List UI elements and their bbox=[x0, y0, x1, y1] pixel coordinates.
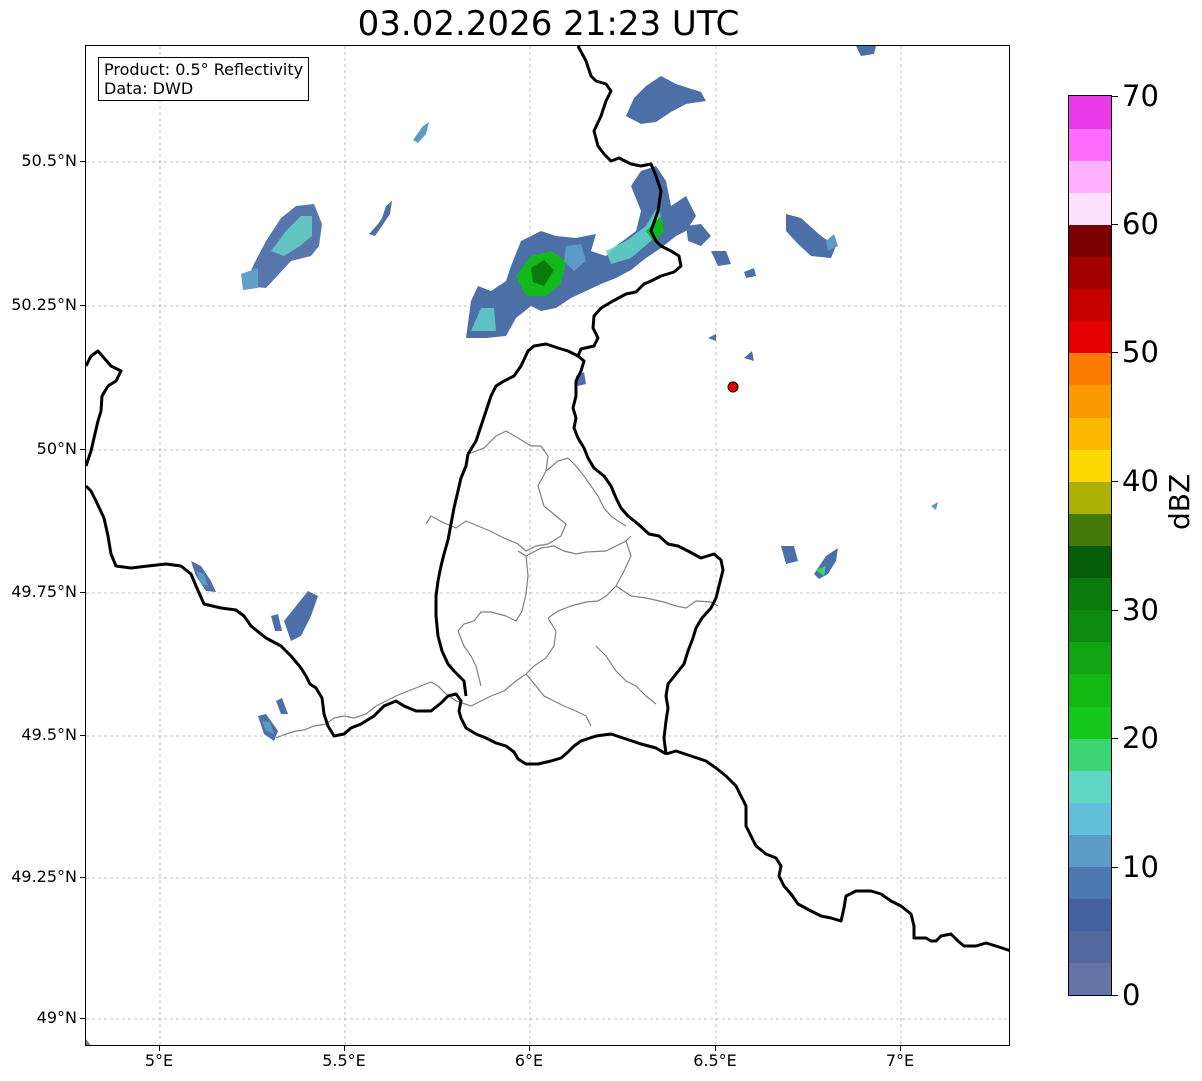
colorbar-segment bbox=[1069, 256, 1111, 290]
echo-cell-east bbox=[814, 548, 838, 579]
lat-label-49.75: 49.75°N bbox=[11, 582, 77, 601]
colorbar-tick bbox=[1112, 481, 1118, 482]
precipitation-echoes bbox=[191, 46, 938, 741]
colorbar-segment bbox=[1069, 706, 1111, 739]
lon-tick bbox=[344, 1046, 345, 1051]
lat-label-49: 49°N bbox=[36, 1008, 77, 1027]
colorbar-label-50: 50 bbox=[1122, 335, 1159, 369]
colorbar-segment bbox=[1069, 673, 1111, 707]
radar-map[interactable]: Product: 0.5° Reflectivity Data: DWD bbox=[85, 45, 1010, 1046]
colorbar-segment bbox=[1069, 449, 1111, 482]
lat-label-50: 50°N bbox=[36, 439, 77, 458]
colorbar-tick bbox=[1112, 867, 1118, 868]
echo-cell-small bbox=[931, 502, 938, 510]
lon-label-5: 5°E bbox=[144, 1051, 174, 1070]
colorbar-segment bbox=[1069, 481, 1111, 514]
colorbar-segment bbox=[1069, 866, 1111, 900]
radar-site-marker bbox=[727, 381, 739, 393]
echo-cell-ne bbox=[826, 234, 838, 251]
colorbar-segment bbox=[1069, 930, 1111, 964]
echo-cell-ne bbox=[786, 214, 836, 258]
colorbar-label-30: 30 bbox=[1122, 593, 1159, 627]
colorbar-tick bbox=[1112, 738, 1118, 739]
echo-cell-small bbox=[413, 122, 429, 143]
lat-label-50.25: 50.25°N bbox=[11, 295, 77, 314]
lat-label-50.5: 50.5°N bbox=[21, 151, 77, 170]
product-label: Product: 0.5° Reflectivity bbox=[104, 60, 304, 79]
colorbar-segment bbox=[1069, 96, 1111, 129]
lat-label-49.25: 49.25°N bbox=[11, 867, 77, 886]
lon-tick bbox=[715, 1046, 716, 1051]
colorbar-segment bbox=[1069, 128, 1111, 161]
colorbar-segment bbox=[1069, 545, 1111, 579]
colorbar-unit-label: dBZ bbox=[1163, 473, 1196, 530]
echo-cluster-northeast-top bbox=[626, 76, 706, 124]
echo-cell-ne bbox=[686, 224, 711, 246]
echo-cell-east bbox=[781, 546, 798, 564]
echo-cell-small bbox=[369, 201, 392, 236]
echo-cell-ne bbox=[711, 251, 731, 266]
colorbar-segment bbox=[1069, 834, 1111, 868]
colorbar-segment bbox=[1069, 320, 1111, 354]
colorbar-segment bbox=[1069, 898, 1111, 932]
colorbar-segment bbox=[1069, 513, 1111, 546]
echo-cluster-southwest bbox=[284, 591, 318, 641]
echo-cell-ne bbox=[744, 268, 756, 278]
colorbar-segment bbox=[1069, 641, 1111, 675]
colorbar-label-60: 60 bbox=[1122, 207, 1159, 241]
echo-cell-small bbox=[856, 46, 876, 56]
colorbar-label-20: 20 bbox=[1122, 721, 1159, 755]
echo-cell-small bbox=[271, 614, 282, 631]
lon-label-6.5: 6.5°E bbox=[693, 1051, 737, 1070]
map-title: 03.02.2026 21:23 UTC bbox=[357, 4, 740, 44]
colorbar-label-70: 70 bbox=[1122, 79, 1159, 113]
map-canvas bbox=[86, 46, 1009, 1045]
product-info-box: Product: 0.5° Reflectivity Data: DWD bbox=[98, 57, 310, 101]
colorbar-tick bbox=[1112, 224, 1118, 225]
colorbar-segment bbox=[1069, 192, 1111, 225]
echo-cell-small bbox=[276, 698, 288, 714]
lon-tick bbox=[159, 1046, 160, 1051]
echo-cell-small bbox=[708, 334, 716, 341]
lon-tick bbox=[529, 1046, 530, 1051]
echo-cluster-west bbox=[241, 204, 322, 290]
colorbar-segment bbox=[1069, 417, 1111, 450]
lat-label-49.5: 49.5°N bbox=[21, 725, 77, 744]
colorbar-segment bbox=[1069, 577, 1111, 611]
colorbar-segment bbox=[1069, 738, 1111, 771]
gridlines bbox=[86, 46, 1009, 1045]
data-source-label: Data: DWD bbox=[104, 79, 194, 98]
colorbar-segment bbox=[1069, 384, 1111, 418]
colorbar-label-10: 10 bbox=[1122, 850, 1159, 884]
national-borders bbox=[86, 46, 1009, 952]
lon-label-5.5: 5.5°E bbox=[322, 1051, 366, 1070]
lon-tick bbox=[900, 1046, 901, 1051]
colorbar-segment bbox=[1069, 224, 1111, 258]
lon-label-7: 7°E bbox=[885, 1051, 915, 1070]
colorbar-segment bbox=[1069, 962, 1111, 995]
echo-cell-small bbox=[744, 351, 754, 361]
colorbar-label-40: 40 bbox=[1122, 464, 1159, 498]
admin-boundaries bbox=[275, 430, 719, 739]
corner-marker bbox=[86, 1039, 91, 1045]
colorbar-segment bbox=[1069, 352, 1111, 386]
colorbar-segment bbox=[1069, 288, 1111, 322]
colorbar-segment bbox=[1069, 802, 1111, 835]
lon-label-6: 6°E bbox=[514, 1051, 544, 1070]
colorbar-label-0: 0 bbox=[1122, 978, 1141, 1012]
colorbar-tick bbox=[1112, 352, 1118, 353]
colorbar-segment bbox=[1069, 160, 1111, 193]
colorbar-tick bbox=[1112, 610, 1118, 611]
colorbar-segment bbox=[1069, 609, 1111, 643]
colorbar-tick bbox=[1112, 96, 1118, 97]
colorbar-tick bbox=[1112, 995, 1118, 996]
colorbar bbox=[1068, 95, 1112, 996]
colorbar-segment bbox=[1069, 770, 1111, 803]
